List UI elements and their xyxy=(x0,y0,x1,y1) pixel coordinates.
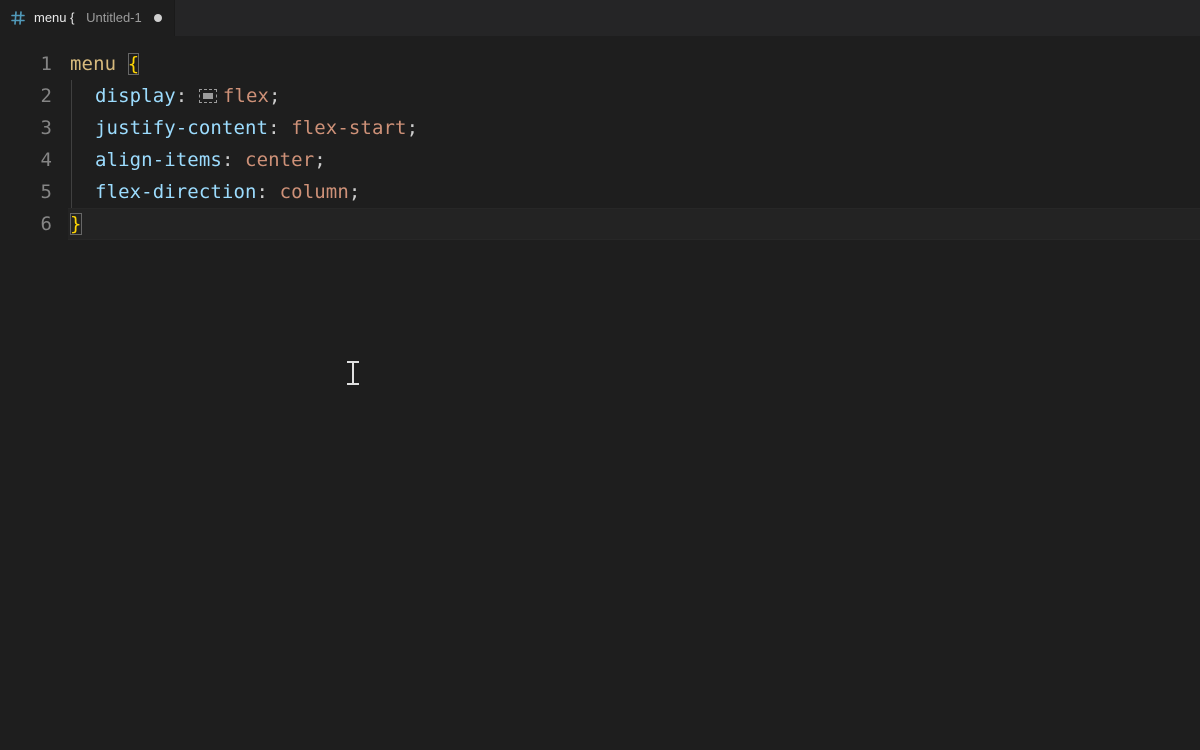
tab-title-sub: Untitled-1 xyxy=(86,0,142,36)
code-line[interactable]: display: flex; xyxy=(70,80,1200,112)
css-value: flex xyxy=(223,85,269,107)
semicolon: ; xyxy=(407,117,419,139)
indent-guide-icon xyxy=(71,176,95,208)
code-line[interactable]: align-items: center; xyxy=(70,144,1200,176)
hash-icon xyxy=(10,10,26,26)
code-line[interactable]: justify-content: flex-start; xyxy=(70,112,1200,144)
tab-bar: menu { Untitled-1 xyxy=(0,0,1200,36)
line-number-gutter: 1 2 3 4 5 6 xyxy=(0,36,70,750)
line-number: 3 xyxy=(0,112,52,144)
css-property: align-items xyxy=(95,149,222,171)
indent-guide-icon xyxy=(71,80,95,112)
indent-guide-icon xyxy=(71,112,95,144)
line-number: 5 xyxy=(0,176,52,208)
colon: : xyxy=(268,117,280,139)
colon: : xyxy=(222,149,234,171)
unsaved-indicator-icon[interactable] xyxy=(154,14,162,22)
indent-guide-icon xyxy=(71,144,95,176)
colon: : xyxy=(257,181,269,203)
css-property: display xyxy=(95,85,176,107)
line-number: 2 xyxy=(0,80,52,112)
code-line[interactable]: } xyxy=(70,208,1200,240)
line-number: 4 xyxy=(0,144,52,176)
code-editor[interactable]: 1 2 3 4 5 6 menu { display: flex; justif… xyxy=(0,36,1200,750)
css-selector: menu xyxy=(70,53,116,75)
line-number: 6 xyxy=(0,208,52,240)
semicolon: ; xyxy=(269,85,281,107)
code-line[interactable]: flex-direction: column; xyxy=(70,176,1200,208)
css-property: justify-content xyxy=(95,117,268,139)
flex-hint-icon xyxy=(199,89,217,103)
open-brace: { xyxy=(128,53,140,75)
close-brace: } xyxy=(70,213,82,235)
semicolon: ; xyxy=(349,181,361,203)
css-property: flex-direction xyxy=(95,181,257,203)
css-value: column xyxy=(280,181,349,203)
semicolon: ; xyxy=(314,149,326,171)
colon: : xyxy=(176,85,188,107)
editor-tab[interactable]: menu { Untitled-1 xyxy=(0,0,175,36)
line-number: 1 xyxy=(0,48,52,80)
css-value: center xyxy=(245,149,314,171)
code-area[interactable]: menu { display: flex; justify-content: f… xyxy=(70,36,1200,750)
tab-title-main: menu { xyxy=(34,0,78,36)
code-line[interactable]: menu { xyxy=(70,48,1200,80)
css-value: flex-start xyxy=(291,117,406,139)
